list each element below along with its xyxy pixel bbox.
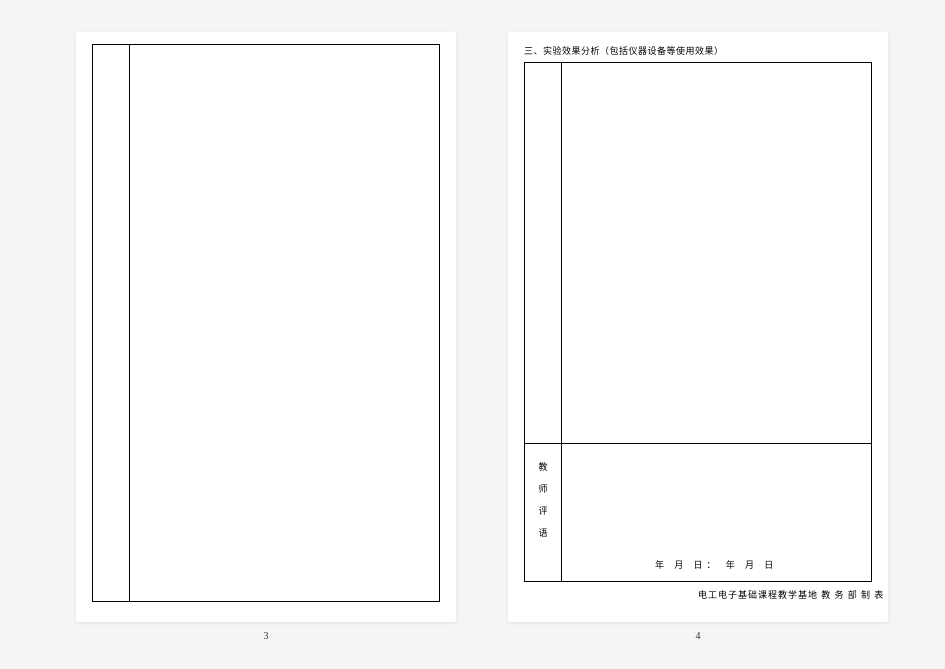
left-table-column-divider [129, 45, 130, 601]
right-table-frame: 教 师 评 语 年 月 日： 年 月 日 [524, 62, 872, 582]
right-table-column-divider [561, 63, 562, 581]
page-number-left: 3 [76, 631, 456, 642]
teacher-label-char-1: 教 [525, 460, 561, 473]
date-line: 年 月 日： 年 月 日 [655, 558, 777, 571]
teacher-label-char-3: 评 [525, 504, 561, 517]
teacher-label-char-2: 师 [525, 482, 561, 495]
section-three-title: 三、实验效果分析（包括仪器设备等使用效果） [524, 44, 724, 57]
footer-credit: 电工电子基础课程教学基地 教 务 部 制 表 [698, 588, 884, 601]
teacher-comment-label: 教 师 评 语 [525, 451, 561, 548]
page-number-right: 4 [508, 631, 888, 642]
left-table-frame [92, 44, 440, 602]
page-left: 3 [76, 32, 456, 622]
right-table-row-divider [525, 443, 871, 444]
page-right: 三、实验效果分析（包括仪器设备等使用效果） 教 师 评 语 年 月 日： 年 月… [508, 32, 888, 622]
teacher-label-char-4: 语 [525, 526, 561, 539]
